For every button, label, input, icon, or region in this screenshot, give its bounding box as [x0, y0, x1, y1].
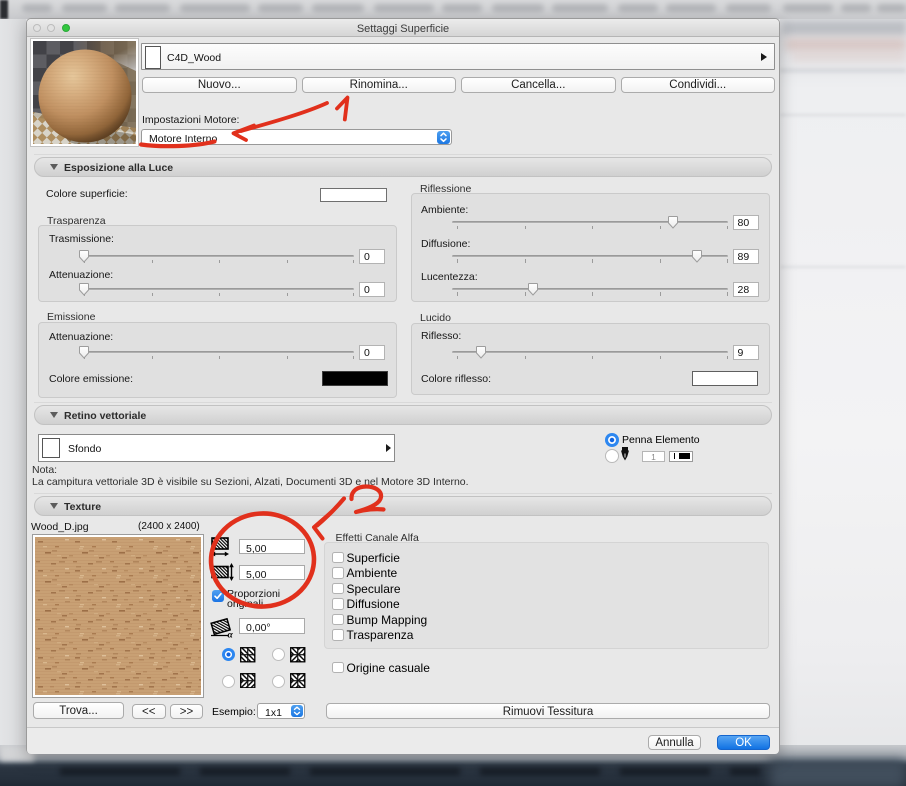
svg-text:α: α — [228, 631, 234, 639]
